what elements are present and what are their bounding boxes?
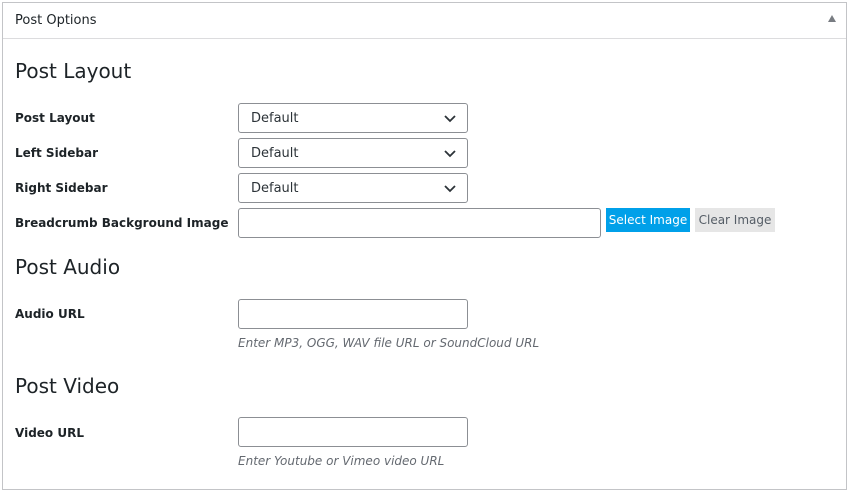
left-sidebar-label: Left Sidebar bbox=[15, 146, 99, 160]
left-sidebar-select[interactable]: Default bbox=[238, 138, 468, 168]
left-sidebar-select-value: Default bbox=[251, 146, 299, 161]
toggle-arrow-icon[interactable] bbox=[828, 15, 836, 22]
section-title-post-audio: Post Audio bbox=[15, 255, 121, 279]
post-layout-label: Post Layout bbox=[15, 111, 95, 125]
post-options-metabox: Post Options Post Layout Post Layout Def… bbox=[2, 2, 847, 490]
audio-url-help: Enter MP3, OGG, WAV file URL or SoundClo… bbox=[238, 336, 540, 350]
chevron-down-icon bbox=[444, 150, 456, 158]
post-layout-select[interactable]: Default bbox=[238, 103, 468, 133]
right-sidebar-label: Right Sidebar bbox=[15, 181, 108, 195]
video-url-help: Enter Youtube or Vimeo video URL bbox=[238, 454, 445, 468]
audio-url-input[interactable] bbox=[238, 299, 468, 329]
video-url-input[interactable] bbox=[238, 417, 468, 447]
select-image-button[interactable]: Select Image bbox=[606, 208, 690, 232]
chevron-down-icon bbox=[444, 115, 456, 123]
right-sidebar-select-value: Default bbox=[251, 181, 299, 196]
metabox-title: Post Options bbox=[15, 13, 97, 28]
audio-url-label: Audio URL bbox=[15, 307, 85, 321]
section-title-post-video: Post Video bbox=[15, 374, 120, 398]
breadcrumb-bg-label: Breadcrumb Background Image bbox=[15, 216, 229, 230]
clear-image-button[interactable]: Clear Image bbox=[695, 208, 775, 232]
section-title-post-layout: Post Layout bbox=[15, 59, 132, 83]
right-sidebar-select[interactable]: Default bbox=[238, 173, 468, 203]
breadcrumb-bg-input[interactable] bbox=[238, 208, 601, 238]
metabox-header: Post Options bbox=[3, 3, 846, 39]
chevron-down-icon bbox=[444, 185, 456, 193]
video-url-label: Video URL bbox=[15, 426, 84, 440]
post-layout-select-value: Default bbox=[251, 111, 299, 126]
